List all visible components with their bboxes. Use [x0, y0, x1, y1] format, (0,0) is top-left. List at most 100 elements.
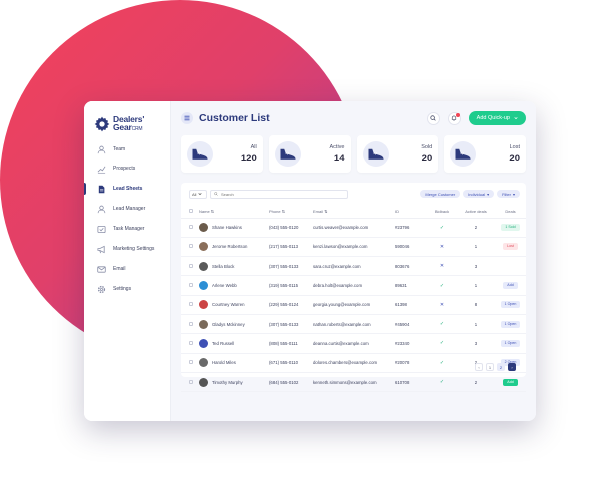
column-header-bidback[interactable]: Bidback: [427, 205, 457, 219]
check-icon: ✓: [439, 321, 445, 328]
column-label: Active deals: [465, 208, 487, 214]
sort-icon: ⇅: [324, 208, 328, 214]
bidback-cell: ✕: [427, 295, 457, 315]
logo-line2-text: Gear: [113, 122, 132, 132]
avatar: [199, 358, 208, 368]
row-checkbox[interactable]: [189, 360, 193, 365]
row-checkbox[interactable]: [189, 244, 193, 249]
row-checkbox[interactable]: [189, 263, 193, 268]
column-label: Bidback: [434, 208, 450, 214]
stat-card-sold[interactable]: Sold 20: [356, 135, 439, 173]
filter-button[interactable]: Filter ▾: [497, 190, 520, 198]
bidback-cell: ✓: [427, 372, 457, 393]
active-deals-cell: 8: [457, 295, 495, 315]
select-dropdown[interactable]: All: [189, 189, 207, 199]
page-1-button[interactable]: 1: [486, 363, 494, 371]
id-cell: #23340: [395, 333, 427, 354]
row-checkbox[interactable]: [189, 283, 193, 288]
row-checkbox[interactable]: [189, 321, 193, 326]
select-all-checkbox[interactable]: [189, 208, 193, 213]
customer-name[interactable]: Ted Russell: [212, 341, 234, 346]
table-row[interactable]: Courtney Warren (229) 555-0124 georgia.y…: [181, 295, 526, 315]
bidback-cell: ✓: [427, 218, 457, 238]
id-cell: #23796: [395, 218, 427, 238]
id-cell: 803676: [395, 256, 427, 277]
bidback-cell: ✕: [427, 237, 457, 258]
table-row[interactable]: Arlene Webb (319) 555-0115 debra.holt@ex…: [181, 275, 526, 296]
table-row[interactable]: Shane Hawkins (043) 555-0120 curtis.weav…: [181, 218, 526, 238]
page-2-button[interactable]: 2: [497, 363, 505, 371]
sidebar-item-lead-manager[interactable]: Lead Manager: [84, 199, 170, 219]
stat-label: Active: [329, 144, 345, 150]
column-header-deals[interactable]: Deals: [495, 205, 526, 219]
name-cell: Shane Hawkins: [199, 218, 269, 238]
stat-card-active[interactable]: Active 14: [268, 135, 351, 173]
customer-name[interactable]: Timothy Murphy: [212, 380, 243, 385]
chart-icon: [96, 164, 106, 174]
email-cell: kenzi.lawson@example.com: [313, 237, 395, 258]
table-row[interactable]: Stella Block (307) 555-0133 sara.cruz@ex…: [181, 256, 526, 277]
column-header-active-deals[interactable]: Active deals: [457, 205, 495, 219]
sidebar-item-settings[interactable]: Settings: [84, 279, 170, 299]
email-cell: deanna.curtis@example.com: [313, 333, 395, 354]
add-deal-button[interactable]: Add: [503, 378, 518, 386]
logo[interactable]: Dealers' GearCRM: [84, 101, 170, 137]
add-quick-up-button[interactable]: Add Quick-up: [468, 111, 526, 125]
row-checkbox[interactable]: [189, 379, 193, 384]
column-header-name[interactable]: Name ⇅: [199, 205, 269, 219]
sidebar-item-email[interactable]: Email: [84, 259, 170, 279]
row-checkbox[interactable]: [189, 225, 193, 230]
stat-card-all[interactable]: All 120: [181, 135, 263, 173]
merge-customer-button[interactable]: Merge Customer: [420, 190, 461, 198]
column-label: Phone: [269, 208, 281, 214]
customer-name[interactable]: Gladys Mckinney: [212, 322, 245, 327]
search-input[interactable]: [221, 191, 331, 197]
search-button[interactable]: [426, 111, 440, 125]
row-checkbox[interactable]: [189, 340, 193, 345]
individual-filter-button[interactable]: Individual ▾: [463, 190, 495, 198]
column-header-phone[interactable]: Phone ⇅: [269, 205, 313, 219]
add-quick-up-label: Add Quick-up: [476, 115, 510, 121]
prev-page-button[interactable]: ‹: [475, 363, 483, 371]
sidebar-item-label: Lead Manager: [113, 206, 146, 212]
column-header-email[interactable]: Email ⇅: [313, 205, 395, 219]
id-cell: #45904: [395, 314, 427, 335]
column-header-id[interactable]: ID: [395, 205, 427, 219]
row-checkbox[interactable]: [189, 302, 193, 307]
row-select-cell: [181, 314, 199, 335]
email-cell: dolores.chambers@example.com: [313, 353, 395, 373]
sidebar-item-lead-sheets[interactable]: Lead Sheets: [84, 179, 170, 199]
next-page-button[interactable]: ›: [508, 363, 516, 371]
phone-cell: (217) 555-0113: [269, 237, 313, 258]
email-cell: kenneth.simmons@example.com: [313, 372, 395, 393]
row-select-cell: [181, 372, 199, 393]
table-row[interactable]: Jerome Robertson (217) 555-0113 kenzi.la…: [181, 237, 526, 258]
page-title: Customer List: [199, 112, 270, 124]
customer-name[interactable]: Arlene Webb: [212, 283, 237, 288]
select-dropdown-label: All: [192, 191, 197, 197]
phone-cell: (307) 555-0133: [269, 314, 313, 335]
sidebar-item-marketing-settings[interactable]: Marketing Settings: [84, 239, 170, 259]
sidebar-item-team[interactable]: Team: [84, 139, 170, 159]
customer-name[interactable]: Harold Miles: [212, 360, 236, 365]
table-row[interactable]: Timothy Murphy (684) 555-0102 kenneth.si…: [181, 372, 526, 393]
email-cell: nathan.roberts@example.com: [313, 314, 395, 335]
stat-card-lost[interactable]: Lost 20: [444, 135, 526, 173]
sidebar-item-prospects[interactable]: Prospects: [84, 159, 170, 179]
table-row[interactable]: Gladys Mckinney (307) 555-0133 nathan.ro…: [181, 314, 526, 335]
notifications-button[interactable]: [447, 111, 461, 125]
user-icon: [96, 204, 106, 214]
sidebar-item-task-manager[interactable]: Task Manager: [84, 219, 170, 239]
customer-name[interactable]: Shane Hawkins: [212, 225, 242, 230]
customer-name[interactable]: Jerome Robertson: [212, 244, 247, 249]
customer-name[interactable]: Courtney Warren: [212, 302, 245, 307]
customer-name[interactable]: Stella Block: [212, 264, 234, 269]
deals-cell: 1 Open: [495, 333, 526, 354]
gear-icon: [96, 284, 106, 294]
table-row[interactable]: Ted Russell (808) 555-0111 deanna.curtis…: [181, 333, 526, 354]
menu-toggle-button[interactable]: [181, 112, 193, 124]
notification-dot: [455, 112, 460, 117]
deals-cell: 1 Open: [495, 314, 526, 335]
add-deal-button[interactable]: Add: [503, 282, 518, 290]
gear-logo-icon: [94, 116, 110, 132]
